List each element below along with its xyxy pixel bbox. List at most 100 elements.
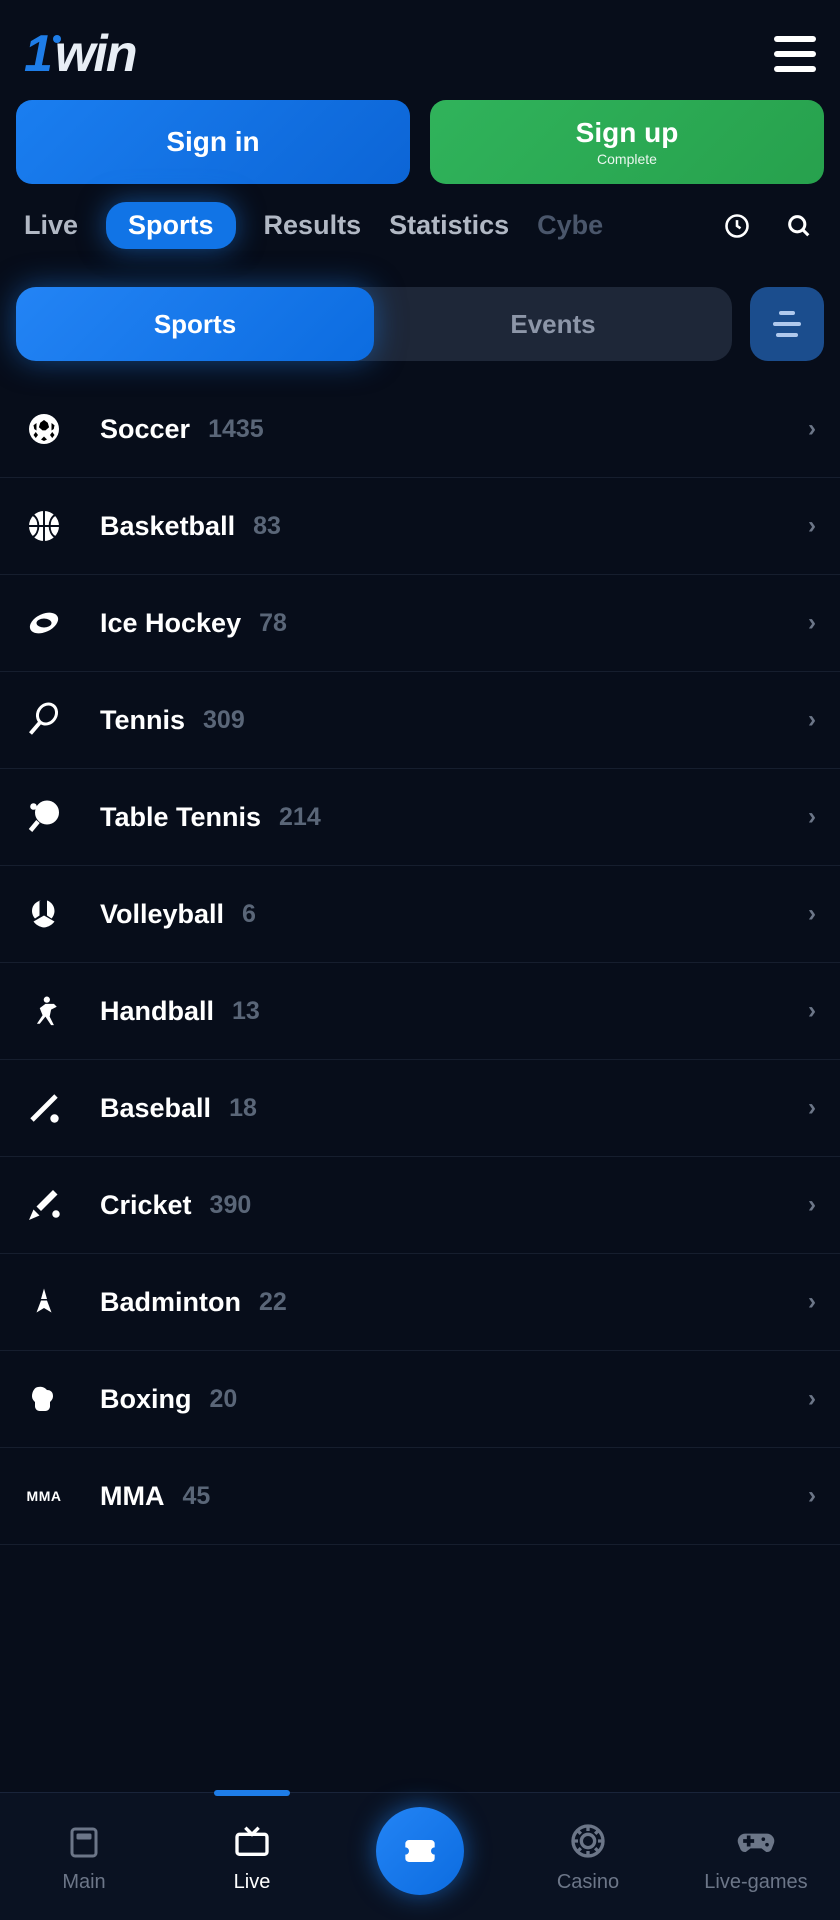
gamepad-icon [734,1819,778,1863]
sport-name: Basketball [100,511,235,542]
signup-button[interactable]: Sign up Complete [430,100,824,184]
chevron-right-icon: › [808,706,816,734]
signup-label: Sign up [576,117,679,149]
chevron-right-icon: › [808,512,816,540]
chevron-right-icon: › [808,415,816,443]
nav-tab-statistics[interactable]: Statistics [389,210,509,241]
sport-count: 13 [232,997,260,1026]
sport-count: 390 [210,1191,252,1220]
bottom-nav-casino-label: Casino [557,1871,619,1894]
chevron-right-icon: › [808,1288,816,1316]
sport-name: MMA [100,1481,164,1512]
chevron-right-icon: › [808,609,816,637]
sport-row-boxing[interactable]: Boxing 20 › [0,1351,840,1448]
sport-name: Baseball [100,1093,211,1124]
toggle-events[interactable]: Events [374,287,732,361]
logo-text: win [55,24,136,84]
sport-name: Volleyball [100,899,224,930]
active-indicator [214,1790,290,1796]
bottom-nav-live[interactable]: Live [168,1793,336,1920]
sports-list: Soccer1435›Basketball83›Ice Hockey78›Ten… [0,375,840,1551]
chevron-right-icon: › [808,803,816,831]
toggle-sports[interactable]: Sports [16,287,374,361]
sport-count: 214 [279,803,321,832]
hamburger-menu-icon[interactable] [774,36,816,72]
sport-count: 20 [210,1385,238,1414]
logo-number: 1 [24,24,51,84]
chevron-right-icon: › [808,1191,816,1219]
sport-count: 22 [259,1288,287,1317]
bottom-nav-live-label: Live [234,1871,271,1894]
filter-button[interactable] [750,287,824,361]
sport-name: Badminton [100,1287,241,1318]
sport-row-mma[interactable]: MMA MMA 45 › [0,1448,840,1545]
baseball-icon [24,1088,64,1128]
sport-name: Tennis [100,705,185,736]
boxing-icon [24,1379,64,1419]
bottom-nav-casino[interactable]: Casino [504,1793,672,1920]
chevron-right-icon: › [808,1482,816,1510]
bottom-nav-main-label: Main [62,1871,105,1894]
cricket-icon [24,1185,64,1225]
bottom-nav: Main Live Casino Live-games [0,1792,840,1920]
nav-tab-cyber[interactable]: Cybe [537,210,603,241]
ticket-button [376,1807,464,1895]
tennis-icon [24,700,64,740]
filter-icon [773,311,801,337]
sport-count: 45 [182,1482,210,1511]
bottom-nav-ticket[interactable] [336,1793,504,1920]
sport-name: Boxing [100,1384,192,1415]
badminton-icon [24,1282,64,1322]
chevron-right-icon: › [808,1094,816,1122]
bottom-nav-livegames[interactable]: Live-games [672,1793,840,1920]
sport-count: 309 [203,706,245,735]
sport-row-basketball[interactable]: Basketball 83 › [0,478,840,575]
logo-dot-icon [53,35,61,43]
volleyball-icon [24,894,64,934]
nav-tab-results[interactable]: Results [264,210,362,241]
tabletennis-icon [24,797,64,837]
home-icon [62,1819,106,1863]
mma-icon: MMA [24,1476,64,1516]
sport-row-handball[interactable]: Handball 13 › [0,963,840,1060]
signin-label: Sign in [166,126,259,158]
sport-name: Ice Hockey [100,608,241,639]
sport-count: 18 [229,1094,257,1123]
sport-count: 1435 [208,415,264,444]
hockey-icon [24,603,64,643]
sport-count: 83 [253,512,281,541]
basketball-icon [24,506,64,546]
signup-sublabel: Complete [597,151,657,167]
sport-row-badminton[interactable]: Badminton 22 › [0,1254,840,1351]
sport-name: Soccer [100,414,190,445]
chevron-right-icon: › [808,900,816,928]
nav-tab-live[interactable]: Live [24,210,78,241]
signin-button[interactable]: Sign in [16,100,410,184]
logo[interactable]: 1 win [24,24,136,84]
bottom-nav-main[interactable]: Main [0,1793,168,1920]
ticket-icon [398,1829,442,1873]
chevron-right-icon: › [808,1385,816,1413]
soccer-icon [24,409,64,449]
sport-row-soccer[interactable]: Soccer 1435 › [0,381,840,478]
search-icon[interactable] [782,209,816,243]
sport-row-cricket[interactable]: Cricket 390 › [0,1157,840,1254]
sport-row-tabletennis[interactable]: Table Tennis 214 › [0,769,840,866]
sports-events-toggle: Sports Events [16,287,732,361]
bottom-nav-livegames-label: Live-games [704,1871,807,1894]
sport-row-volleyball[interactable]: Volleyball 6 › [0,866,840,963]
tv-icon [230,1819,274,1863]
sport-name: Table Tennis [100,802,261,833]
sport-name: Cricket [100,1190,192,1221]
sport-row-hockey[interactable]: Ice Hockey 78 › [0,575,840,672]
sport-row-tennis[interactable]: Tennis 309 › [0,672,840,769]
sport-name: Handball [100,996,214,1027]
chevron-right-icon: › [808,997,816,1025]
sport-row-baseball[interactable]: Baseball 18 › [0,1060,840,1157]
clock-icon[interactable] [720,209,754,243]
top-nav-tabs: Live Sports Results Statistics Cybe [0,202,840,273]
sport-count: 6 [242,900,256,929]
handball-icon [24,991,64,1031]
nav-tab-sports[interactable]: Sports [106,202,236,249]
sport-count: 78 [259,609,287,638]
